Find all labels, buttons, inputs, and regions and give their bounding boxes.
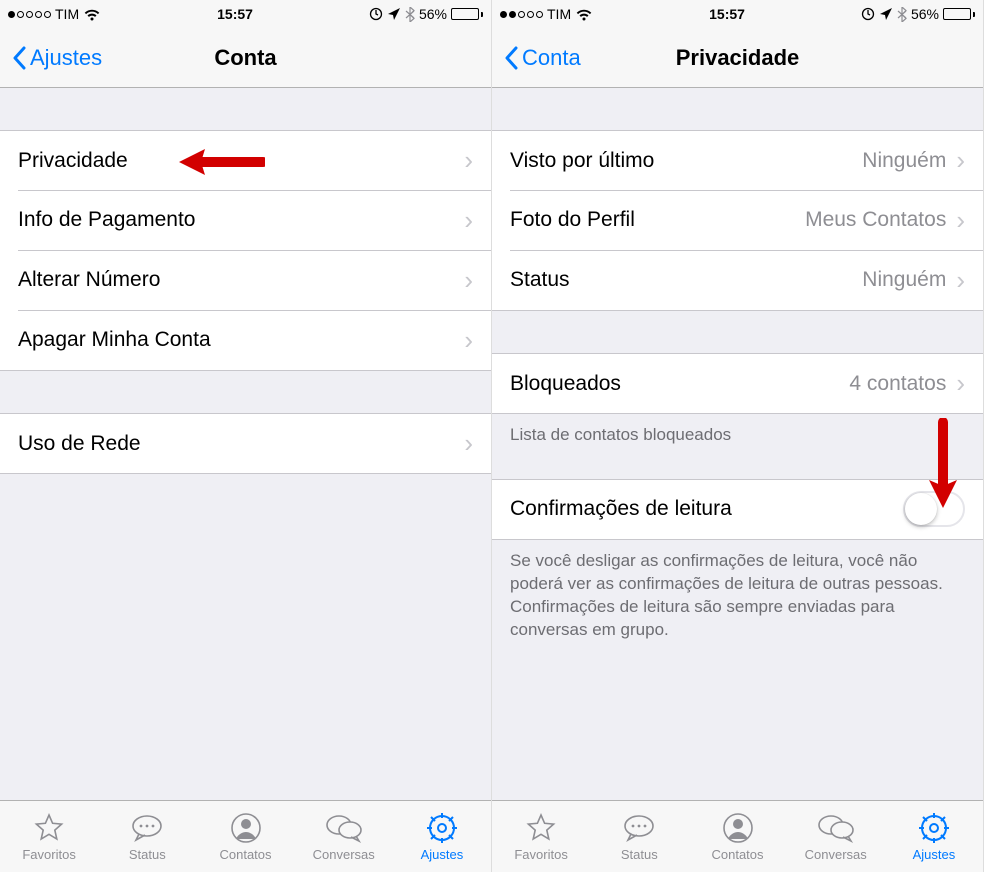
chevron-left-icon — [504, 46, 518, 70]
status-icon — [621, 811, 657, 845]
nav-bar: Ajustes Conta — [0, 28, 491, 88]
cell-signal-icon — [8, 11, 51, 18]
row-value: Meus Contatos — [805, 208, 946, 232]
battery-icon — [451, 8, 483, 20]
right-screenshot: TIM 15:57 56% Conta Privacidade Visto po… — [492, 0, 984, 872]
row-label: Confirmações de leitura — [510, 497, 903, 521]
tab-bar: Favoritos Status Contatos Conversas Ajus… — [0, 800, 491, 872]
row-label: Visto por último — [510, 149, 862, 173]
row-label: Uso de Rede — [18, 432, 464, 456]
star-icon — [33, 811, 65, 845]
clock: 15:57 — [217, 6, 253, 22]
chevron-right-icon: › — [464, 205, 473, 236]
tab-settings[interactable]: Ajustes — [885, 801, 983, 872]
gear-icon — [918, 811, 950, 845]
red-arrow-annotation — [923, 418, 963, 512]
contacts-icon — [722, 811, 754, 845]
battery-icon — [943, 8, 975, 20]
chevron-right-icon: › — [956, 205, 965, 236]
clock: 15:57 — [709, 6, 745, 22]
row-label: Foto do Perfil — [510, 208, 805, 232]
tab-status[interactable]: Status — [590, 801, 688, 872]
bluetooth-icon — [405, 7, 415, 22]
tab-settings[interactable]: Ajustes — [393, 801, 491, 872]
battery-percent: 56% — [911, 6, 939, 22]
battery-percent: 56% — [419, 6, 447, 22]
row-payment-info[interactable]: Info de Pagamento › — [0, 190, 491, 250]
location-icon — [387, 7, 401, 21]
wifi-icon — [575, 8, 593, 21]
tab-label: Conversas — [805, 847, 867, 862]
status-bar: TIM 15:57 56% — [492, 0, 983, 28]
tab-label: Favoritos — [514, 847, 567, 862]
row-label: Apagar Minha Conta — [18, 328, 464, 352]
chevron-right-icon: › — [464, 325, 473, 356]
row-network-usage[interactable]: Uso de Rede › — [0, 413, 491, 473]
nav-bar: Conta Privacidade — [492, 28, 983, 88]
carrier-label: TIM — [547, 6, 571, 22]
red-arrow-annotation — [175, 145, 265, 179]
row-delete-account[interactable]: Apagar Minha Conta › — [0, 310, 491, 370]
tab-chats[interactable]: Conversas — [787, 801, 885, 872]
back-button[interactable]: Conta — [504, 45, 581, 71]
row-value: Ninguém — [862, 149, 946, 173]
contacts-icon — [230, 811, 262, 845]
tab-contacts[interactable]: Contatos — [688, 801, 786, 872]
back-label: Conta — [522, 45, 581, 71]
chevron-left-icon — [12, 46, 26, 70]
row-change-number[interactable]: Alterar Número › — [0, 250, 491, 310]
tab-label: Favoritos — [22, 847, 75, 862]
read-receipts-footer: Se você desligar as confirmações de leit… — [492, 540, 983, 642]
carrier-label: TIM — [55, 6, 79, 22]
chevron-right-icon: › — [464, 145, 473, 176]
row-label: Status — [510, 268, 862, 292]
back-label: Ajustes — [30, 45, 102, 71]
chats-icon — [817, 811, 855, 845]
row-profile-photo[interactable]: Foto do Perfil Meus Contatos › — [492, 190, 983, 250]
chevron-right-icon: › — [956, 145, 965, 176]
wifi-icon — [83, 8, 101, 21]
location-icon — [879, 7, 893, 21]
chevron-right-icon: › — [956, 265, 965, 296]
chevron-right-icon: › — [464, 428, 473, 459]
rotation-lock-icon — [861, 7, 875, 21]
tab-label: Contatos — [711, 847, 763, 862]
chevron-right-icon: › — [956, 368, 965, 399]
row-value: 4 contatos — [849, 372, 946, 396]
row-last-seen[interactable]: Visto por último Ninguém › — [492, 130, 983, 190]
row-label: Info de Pagamento — [18, 208, 464, 232]
gear-icon — [426, 811, 458, 845]
row-blocked[interactable]: Bloqueados 4 contatos › — [492, 353, 983, 413]
row-status[interactable]: Status Ninguém › — [492, 250, 983, 310]
tab-label: Ajustes — [421, 847, 464, 862]
tab-favorites[interactable]: Favoritos — [492, 801, 590, 872]
star-icon — [525, 811, 557, 845]
chats-icon — [325, 811, 363, 845]
bluetooth-icon — [897, 7, 907, 22]
tab-contacts[interactable]: Contatos — [196, 801, 294, 872]
tab-bar: Favoritos Status Contatos Conversas Ajus… — [492, 800, 983, 872]
rotation-lock-icon — [369, 7, 383, 21]
row-read-receipts: Confirmações de leitura — [492, 479, 983, 539]
cell-signal-icon — [500, 11, 543, 18]
tab-status[interactable]: Status — [98, 801, 196, 872]
back-button[interactable]: Ajustes — [12, 45, 102, 71]
tab-label: Ajustes — [913, 847, 956, 862]
tab-label: Status — [621, 847, 658, 862]
chevron-right-icon: › — [464, 265, 473, 296]
tab-label: Contatos — [219, 847, 271, 862]
tab-label: Status — [129, 847, 166, 862]
blocked-footer: Lista de contatos bloqueados — [492, 414, 983, 447]
status-bar: TIM 15:57 56% — [0, 0, 491, 28]
tab-chats[interactable]: Conversas — [295, 801, 393, 872]
row-value: Ninguém — [862, 268, 946, 292]
row-privacy[interactable]: Privacidade › — [0, 130, 491, 190]
row-label: Bloqueados — [510, 372, 849, 396]
status-icon — [129, 811, 165, 845]
tab-favorites[interactable]: Favoritos — [0, 801, 98, 872]
left-screenshot: TIM 15:57 56% Ajustes Conta Privacidade — [0, 0, 492, 872]
row-label: Alterar Número — [18, 268, 464, 292]
tab-label: Conversas — [313, 847, 375, 862]
